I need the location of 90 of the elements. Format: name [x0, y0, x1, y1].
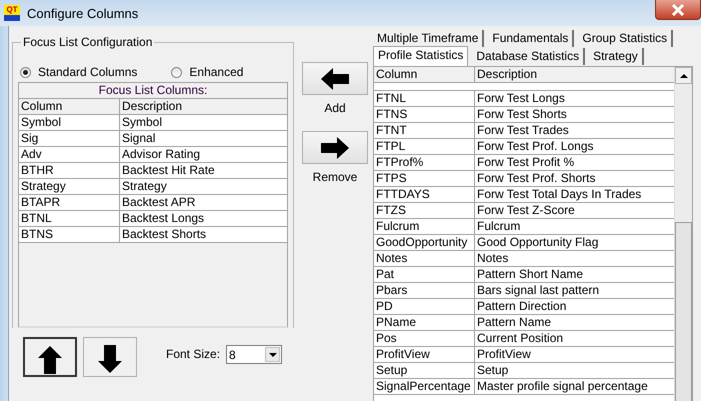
window-title: Configure Columns	[27, 6, 138, 20]
list-cell[interactable]: Pat	[374, 267, 475, 282]
table-cell: Adv	[19, 147, 120, 162]
list-cell[interactable]: FTProf%	[374, 155, 475, 170]
table-cell: BTAPR	[19, 195, 120, 210]
scrollbar[interactable]	[674, 67, 692, 401]
move-down-button[interactable]	[83, 337, 137, 377]
list-cell[interactable]: Good Opportunity Flag	[475, 235, 674, 250]
tab[interactable]: Profile Statistics	[373, 46, 468, 66]
list-cell[interactable]: Master profile signal percentage	[475, 379, 674, 394]
table-cell-text: Symbol	[121, 115, 164, 130]
radio-icon[interactable]	[171, 66, 182, 78]
list-cell[interactable]: Fulcrum	[374, 219, 475, 234]
list-cell[interactable]: ProfitView	[475, 347, 674, 362]
right-arrow-icon	[320, 136, 350, 160]
list-cell[interactable]: Forw Test Profit %	[475, 155, 674, 170]
table-cell-text: Backtest Hit Rate	[121, 163, 216, 178]
table-cell: Symbol	[19, 115, 120, 130]
list-cell[interactable]: FTZS	[374, 203, 475, 218]
up-arrow-icon	[680, 74, 688, 78]
column-header[interactable]: Description	[120, 99, 280, 114]
list-cell[interactable]: PD	[374, 299, 475, 314]
radio-icon[interactable]	[20, 66, 31, 78]
list-cell[interactable]: PName	[374, 315, 475, 330]
list-cell[interactable]: Forw Test Longs	[475, 91, 674, 106]
remove-button[interactable]	[302, 131, 368, 164]
font-size-label: Font Size:	[166, 347, 220, 361]
tab[interactable]: Fundamentals	[488, 30, 574, 47]
group-title: Focus List Configuration	[21, 35, 154, 49]
table-cell: Strategy	[19, 179, 120, 194]
down-arrow-icon	[97, 344, 123, 374]
list-cell[interactable]: Forw Test Trades	[475, 123, 674, 138]
list-cell[interactable]: Pattern Short Name	[475, 267, 674, 282]
table-cell-text: Strategy	[121, 179, 168, 194]
column-header[interactable]: Description	[475, 67, 674, 82]
move-up-button[interactable]	[23, 337, 77, 377]
list-cell[interactable]: Current Position	[475, 331, 674, 346]
list-cell[interactable]: Bars signal last pattern	[475, 283, 674, 298]
list-cell[interactable]: Pos	[374, 331, 475, 346]
list-cell[interactable]: Forw Test Prof. Longs	[475, 139, 674, 154]
list-cell[interactable]: Pattern Direction	[475, 299, 674, 314]
list-cell[interactable]: Notes	[374, 251, 475, 266]
list-cell[interactable]: Forw Test Total Days In Trades	[475, 187, 674, 202]
list-cell[interactable]: FTNT	[374, 123, 475, 138]
tab[interactable]: Strategy	[589, 48, 644, 65]
font-size-dropdown[interactable]: 8	[226, 345, 282, 364]
list-cell[interactable]: FTPS	[374, 171, 475, 186]
column-header[interactable]: Column	[374, 67, 475, 82]
list-cell[interactable]: Pbars	[374, 283, 475, 298]
list-cell[interactable]: GoodOpportunity	[374, 235, 475, 250]
table-cell-text: Signal	[121, 131, 156, 146]
table-cell-text: Advisor Rating	[121, 147, 202, 162]
list-cell[interactable]: FTNS	[374, 107, 475, 122]
list-cell[interactable]: Setup	[374, 363, 475, 378]
list-cell[interactable]: Forw Test Shorts	[475, 107, 674, 122]
radio-label: Enhanced	[189, 65, 244, 79]
up-arrow-icon	[37, 345, 63, 375]
table-cell: BTNL	[19, 211, 120, 226]
list-cell[interactable]: ProfitView	[374, 347, 475, 362]
scroll-up-button[interactable]	[675, 67, 692, 84]
table-cell: BTHR	[19, 163, 120, 178]
table-cell: Sig	[19, 131, 120, 146]
button-label: Remove	[312, 170, 358, 184]
tab[interactable]: Database Statistics	[472, 48, 586, 65]
close-button[interactable]	[655, 0, 701, 20]
list-cell[interactable]: Forw Test Prof. Shorts	[475, 171, 674, 186]
left-arrow-icon	[320, 66, 350, 90]
table-cell-text: Backtest APR	[121, 195, 196, 210]
radio-label: Standard Columns	[38, 65, 138, 79]
radio-option[interactable]: Enhanced	[171, 65, 244, 79]
table-cell-text: Backtest Longs	[121, 211, 206, 226]
table-cell-text: Backtest Shorts	[121, 227, 208, 242]
list-cell[interactable]: FTPL	[374, 139, 475, 154]
list-cell[interactable]: SignalPercentage	[374, 379, 475, 394]
list-cell[interactable]: Fulcrum	[475, 219, 674, 234]
list-cell[interactable]: FTNL	[374, 91, 475, 106]
scroll-thumb[interactable]	[675, 222, 692, 401]
list-cell[interactable]: Pattern Name	[475, 315, 674, 330]
add-button[interactable]	[302, 62, 368, 95]
tab[interactable]: Group Statistics	[578, 30, 674, 47]
list-cell[interactable]: Notes	[475, 251, 674, 266]
list-cell[interactable]: FTTDAYS	[374, 187, 475, 202]
table-cell: BTNS	[19, 227, 120, 242]
close-icon	[671, 4, 685, 16]
button-label: Add	[324, 101, 346, 115]
app-icon: QT	[4, 5, 20, 21]
radio-option[interactable]: Standard Columns	[20, 65, 138, 79]
list-cell[interactable]: Forw Test Z-Score	[475, 203, 674, 218]
column-header[interactable]: Column	[19, 99, 120, 114]
list-cell[interactable]: Setup	[475, 363, 674, 378]
